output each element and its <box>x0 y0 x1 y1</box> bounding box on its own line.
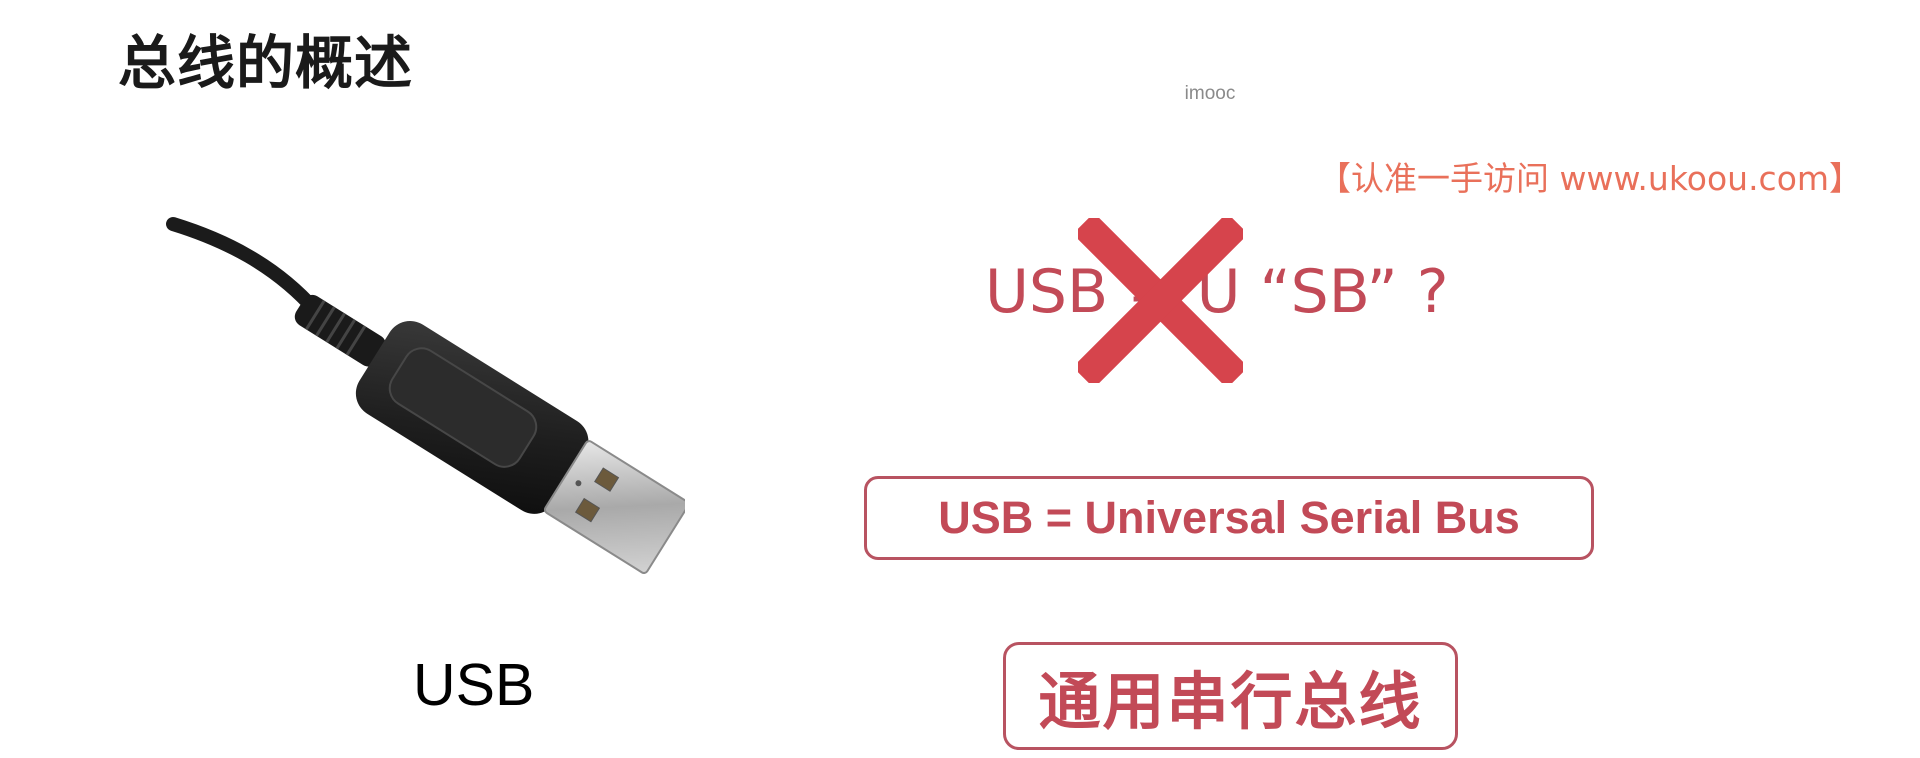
definition-chinese-box: 通用串行总线 <box>1003 642 1458 750</box>
watermark-text: imooc <box>1184 83 1236 104</box>
definition-chinese-text: 通用串行总线 <box>1038 665 1423 738</box>
slide-title: 总线的概述 <box>118 29 414 97</box>
cross-mark-icon <box>1078 218 1243 383</box>
image-caption: USB <box>413 652 535 718</box>
definition-english-box: USB = Universal Serial Bus <box>864 476 1594 560</box>
banner-text: 【认准一手访问 www.ukoou.com】 <box>1318 159 1863 198</box>
definition-english-text: USB = Universal Serial Bus <box>938 492 1520 543</box>
usb-cable-image <box>166 217 685 574</box>
